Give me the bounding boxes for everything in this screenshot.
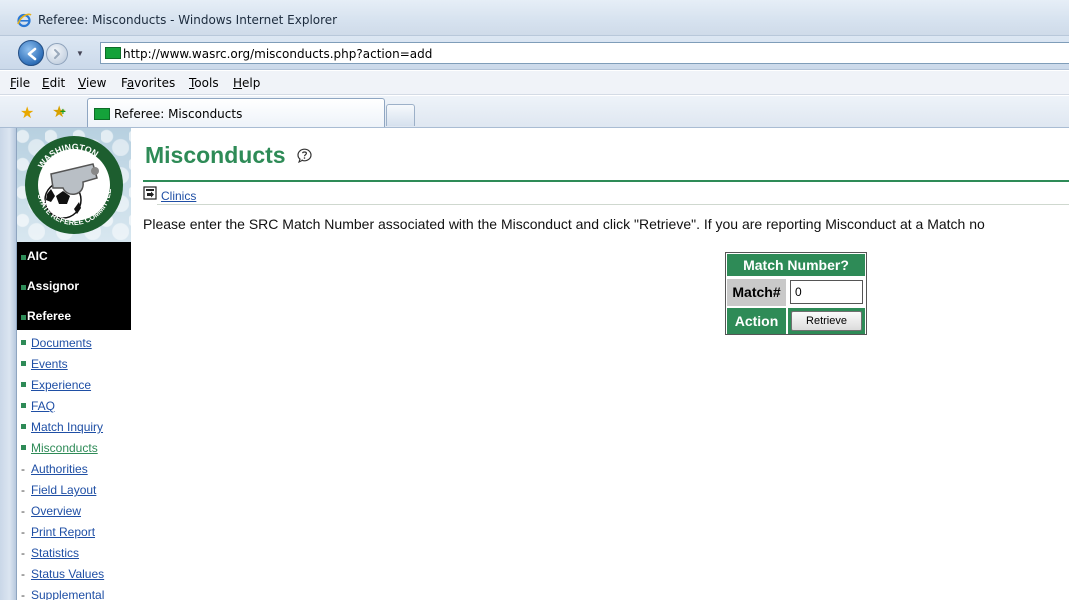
window-title: Referee: Misconducts - Windows Internet … [38, 13, 338, 27]
sidebar-item-assignor[interactable]: Assignor [17, 272, 131, 294]
page-content: WASHINGTON STATE REFEREE COMMITTEE AIC A… [17, 128, 1069, 600]
sidebar-item-aic[interactable]: AIC [17, 242, 131, 264]
sidebar-role-menu: AIC Assignor Referee [17, 242, 131, 330]
new-tab-button[interactable] [386, 104, 415, 126]
help-icon[interactable] [297, 148, 312, 163]
sidebar-item-misconducts: Misconducts [21, 441, 98, 459]
ie-logo-icon [17, 13, 32, 28]
menu-file[interactable]: File [10, 76, 30, 90]
sidebar-subitem-authorities: - Authorities [21, 462, 88, 476]
page-title: Misconducts [145, 142, 286, 168]
tab-referee-misconducts[interactable]: Referee: Misconducts [87, 98, 385, 127]
menu-help[interactable]: Help [233, 76, 260, 90]
add-favorite-icon[interactable]: ★ + [52, 102, 66, 122]
back-arrow-icon [27, 47, 37, 61]
sidebar-subitem-statistics: - Statistics [21, 546, 80, 560]
sidebar-subitem-print-report: - Print Report [21, 525, 96, 539]
sidebar-item-experience: Experience [21, 378, 91, 396]
retrieve-button[interactable]: Retrieve [791, 311, 862, 331]
menu-bar: File Edit View Favorites Tools Help [0, 71, 1069, 95]
form-header: Match Number? [727, 254, 865, 276]
match-number-input[interactable] [790, 280, 863, 304]
match-number-label: Match# [727, 279, 786, 306]
menu-tools[interactable]: Tools [189, 76, 219, 90]
menu-view[interactable]: View [78, 76, 106, 90]
sidebar-item-match-inquiry: Match Inquiry [21, 420, 103, 438]
sidebar-subitem-field-layout: - Field Layout [21, 483, 97, 497]
match-number-form: Match Number? Match# Action Retrieve [725, 252, 867, 335]
menu-favorites[interactable]: Favorites [121, 76, 175, 90]
clinics-link[interactable]: Clinics [161, 189, 196, 203]
sidebar-subitem-overview: - Overview [21, 504, 82, 518]
history-dropdown-icon[interactable]: ▼ [76, 49, 84, 58]
window-frame-left [0, 128, 17, 600]
tab-bar: ★ ★ + Referee: Misconducts [0, 96, 1069, 128]
forward-arrow-icon [54, 49, 60, 59]
title-bar: Referee: Misconducts - Windows Internet … [0, 0, 1069, 36]
bullet-icon [21, 315, 26, 320]
address-url[interactable]: http://www.wasrc.org/misconducts.php?act… [123, 47, 432, 61]
action-label: Action [727, 308, 786, 334]
action-cell: Retrieve [788, 308, 865, 334]
tab-favicon-icon [94, 108, 110, 120]
sidebar-item-events: Events [21, 357, 68, 375]
sidebar-item-referee[interactable]: Referee [17, 302, 131, 324]
sidebar-item-documents: Documents [21, 336, 92, 354]
sidebar-item-faq: FAQ [21, 399, 55, 417]
wsrc-logo: WASHINGTON STATE REFEREE COMMITTEE [17, 128, 131, 242]
address-bar[interactable]: http://www.wasrc.org/misconducts.php?act… [100, 42, 1069, 64]
navigation-bar: ▼ http://www.wasrc.org/misconducts.php?a… [0, 36, 1069, 70]
bullet-icon [21, 255, 26, 260]
back-button[interactable] [18, 40, 44, 66]
forward-button[interactable] [46, 43, 68, 65]
clinics-document-icon [143, 186, 157, 200]
whistle-logo-icon: WASHINGTON STATE REFEREE COMMITTEE [25, 136, 123, 234]
site-favicon-icon [105, 47, 121, 59]
menu-edit[interactable]: Edit [42, 76, 65, 90]
browser-window: Referee: Misconducts - Windows Internet … [0, 0, 1069, 600]
bullet-icon [21, 285, 26, 290]
favorites-star-icon[interactable]: ★ [20, 103, 34, 123]
sidebar-subitem-supplemental: - Supplemental [21, 588, 105, 600]
heading-divider [143, 180, 1069, 182]
tab-label: Referee: Misconducts [114, 107, 243, 121]
instructions-text: Please enter the SRC Match Number associ… [143, 216, 985, 232]
sub-divider [157, 204, 1069, 205]
sidebar-subitem-status-values: - Status Values [21, 567, 105, 581]
